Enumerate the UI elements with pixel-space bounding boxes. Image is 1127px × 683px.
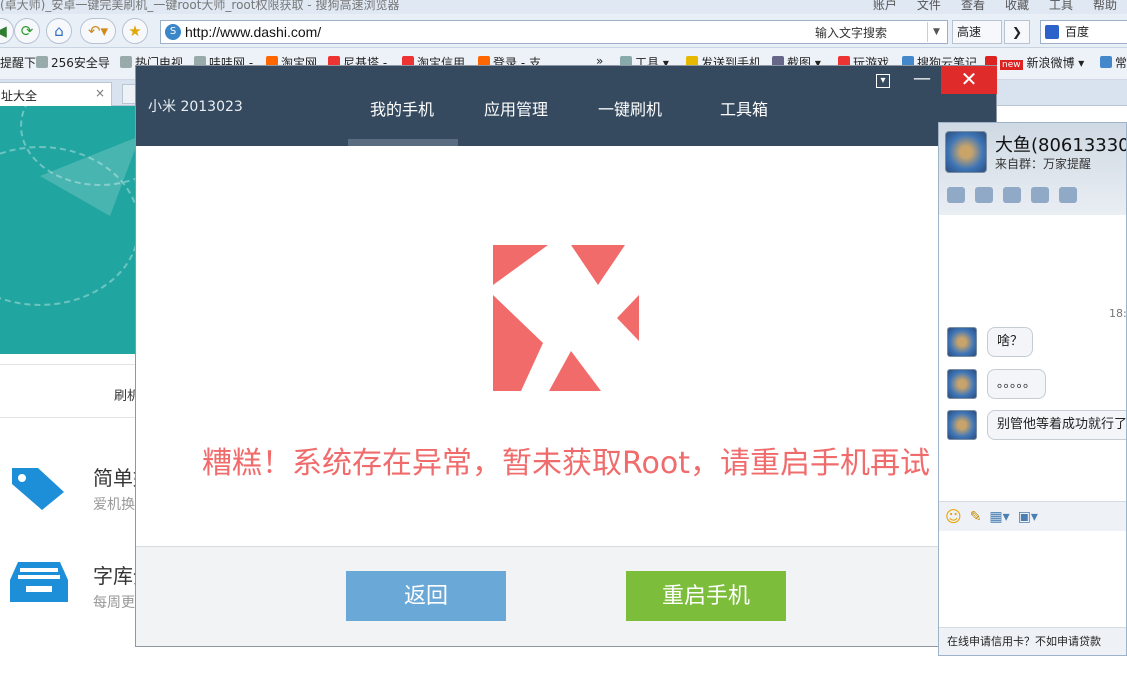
speed-mode-button[interactable]: 高速	[952, 20, 1002, 44]
sender-avatar[interactable]	[947, 327, 977, 357]
feature-description: 爱机换	[93, 497, 135, 513]
sender-avatar[interactable]	[947, 369, 977, 399]
page-tab-strip: 刷机	[0, 364, 140, 418]
star-icon: ★	[128, 22, 142, 40]
dialog-menu-button[interactable]: ▾	[876, 74, 890, 88]
restart-phone-button[interactable]: 重启手机	[626, 571, 786, 621]
site-favicon-icon: S	[165, 24, 181, 40]
contact-source: 来自群：万家提醒	[995, 157, 1092, 171]
dropdown-icon: ▾	[880, 75, 886, 86]
more-apps-icon[interactable]	[1059, 187, 1077, 203]
menu-tools[interactable]: 工具	[1049, 0, 1073, 13]
back-button[interactable]: 返回	[346, 571, 506, 621]
screenshot-icon[interactable]: ▣▾	[1018, 509, 1038, 525]
close-icon: ✕	[960, 67, 978, 91]
refresh-icon: ⟳	[20, 22, 34, 40]
root-result-dialog: 小米 2013023 我的手机 应用管理 一键刷机 工具箱 ▾ — ✕ 糟糕！系…	[135, 65, 997, 647]
feature-description: 每周更	[93, 595, 135, 611]
paper-plane-icon	[40, 136, 140, 216]
image-icon[interactable]: ▦▾	[989, 509, 1009, 525]
undo-icon: ↶▾	[87, 22, 109, 40]
address-bar[interactable]: S 输入文字搜索 ▼	[160, 20, 948, 44]
home-button[interactable]: ⌂	[46, 18, 72, 44]
dialog-minimize-button[interactable]: —	[911, 70, 933, 92]
remote-desktop-icon[interactable]	[1031, 187, 1049, 203]
browser-tab[interactable]: 址大全 ×	[0, 82, 112, 106]
feature-item: 简单好 爱机换	[0, 462, 153, 532]
back-arrow-icon: ◀	[0, 22, 7, 40]
tag-icon	[12, 468, 64, 510]
minimize-icon: —	[913, 68, 931, 89]
bookmark-weibo[interactable]: new 新浪微博 ▾	[985, 54, 1084, 71]
tab-my-phone[interactable]: 我的手机	[370, 96, 434, 120]
message-bubble: 。。。。。	[987, 369, 1047, 399]
browser-menu-bar: 账户 文件 查看 收藏 工具 帮助	[873, 0, 1117, 13]
tab-toolbox[interactable]: 工具箱	[720, 96, 768, 120]
dialog-footer: 返回 重启手机	[136, 546, 996, 646]
back-nav-button[interactable]: ◀	[0, 18, 14, 44]
menu-favorites[interactable]: 收藏	[1005, 0, 1029, 13]
active-tab-indicator	[348, 139, 458, 146]
microphone-icon[interactable]	[975, 187, 993, 203]
chevron-right-icon: ❯	[1011, 25, 1023, 39]
sender-avatar[interactable]	[947, 410, 977, 440]
message-bubble: 别管他等着成功就行了	[987, 410, 1126, 440]
menu-file[interactable]: 文件	[917, 0, 941, 13]
feature-item: 字库全 每周更	[0, 560, 153, 630]
search-engine-label: 百度	[1065, 25, 1090, 39]
bookmark-item[interactable]: 常	[1100, 54, 1127, 71]
page-icon	[36, 56, 48, 68]
undo-button[interactable]: ↶▾	[80, 18, 116, 44]
chat-toolbar	[939, 181, 1126, 209]
dialog-close-button[interactable]: ✕	[941, 66, 997, 94]
navigation-bar: ◀ ⟳ ⌂ ↶▾ ★ S 输入文字搜索 ▼ 高速 ❯ 百度	[0, 14, 1127, 48]
inbox-tray-icon	[10, 562, 68, 602]
chat-header: 大鱼(806133306) 来自群：万家提醒	[939, 123, 1126, 215]
home-icon: ⌂	[54, 22, 64, 40]
search-engine-box[interactable]: 百度	[1040, 20, 1127, 44]
tab-app-manager[interactable]: 应用管理	[484, 96, 548, 120]
device-name: 小米 2013023	[148, 99, 243, 115]
chat-window: 大鱼(806133306) 来自群：万家提醒 18: 啥？ 。。。。。 别管他等…	[938, 122, 1127, 656]
chat-message-input[interactable]	[939, 531, 1126, 625]
tab-label: 址大全	[1, 89, 38, 103]
emoji-icon[interactable]: ☺	[945, 507, 962, 526]
error-x-icon	[493, 245, 639, 391]
font-icon[interactable]: ✎	[970, 509, 982, 525]
window-title: (卓大师)_安卓一键完美刷机_一键root大师_root权限获取 - 搜狗高速浏…	[0, 0, 400, 12]
favorite-button[interactable]: ★	[122, 18, 148, 44]
contact-avatar[interactable]	[945, 131, 987, 173]
chat-ad-link[interactable]: 在线申请信用卡？不如申请贷款	[939, 627, 1126, 655]
forward-button[interactable]: ❯	[1004, 20, 1030, 44]
chat-input-toolbar: ☺ ✎ ▦▾ ▣▾	[939, 501, 1126, 531]
address-search-hint: 输入文字搜索	[814, 26, 887, 40]
error-message: 糟糕！系统存在异常，暂未获取Root，请重启手机再试	[202, 446, 930, 481]
dialog-header: 小米 2013023 我的手机 应用管理 一键刷机 工具箱 ▾ — ✕	[136, 66, 997, 146]
address-input[interactable]	[185, 23, 785, 41]
baidu-icon	[1045, 25, 1059, 39]
file-transfer-icon[interactable]	[1003, 187, 1021, 203]
tool-icon	[1100, 56, 1112, 68]
menu-view[interactable]: 查看	[961, 0, 985, 13]
tab-close-icon[interactable]: ×	[95, 86, 105, 100]
address-dropdown-icon[interactable]: ▼	[927, 22, 945, 42]
hero-banner	[0, 106, 140, 354]
tab-one-click-flash[interactable]: 一键刷机	[598, 96, 662, 120]
message-bubble: 啥？	[987, 327, 1034, 357]
page-icon	[120, 56, 132, 68]
contact-name: 大鱼(806133306)	[995, 135, 1126, 156]
bookmark-item[interactable]: 提醒下	[0, 54, 36, 71]
video-call-icon[interactable]	[947, 187, 965, 203]
bookmark-item[interactable]: 256安全导	[36, 54, 110, 71]
speed-mode-label: 高速	[957, 25, 982, 39]
menu-account[interactable]: 账户	[873, 0, 897, 13]
refresh-button[interactable]: ⟳	[14, 18, 40, 44]
browser-title-bar: (卓大师)_安卓一键完美刷机_一键root大师_root权限获取 - 搜狗高速浏…	[0, 0, 1127, 14]
message-timestamp: 18:	[1109, 307, 1127, 320]
menu-help[interactable]: 帮助	[1093, 0, 1117, 13]
